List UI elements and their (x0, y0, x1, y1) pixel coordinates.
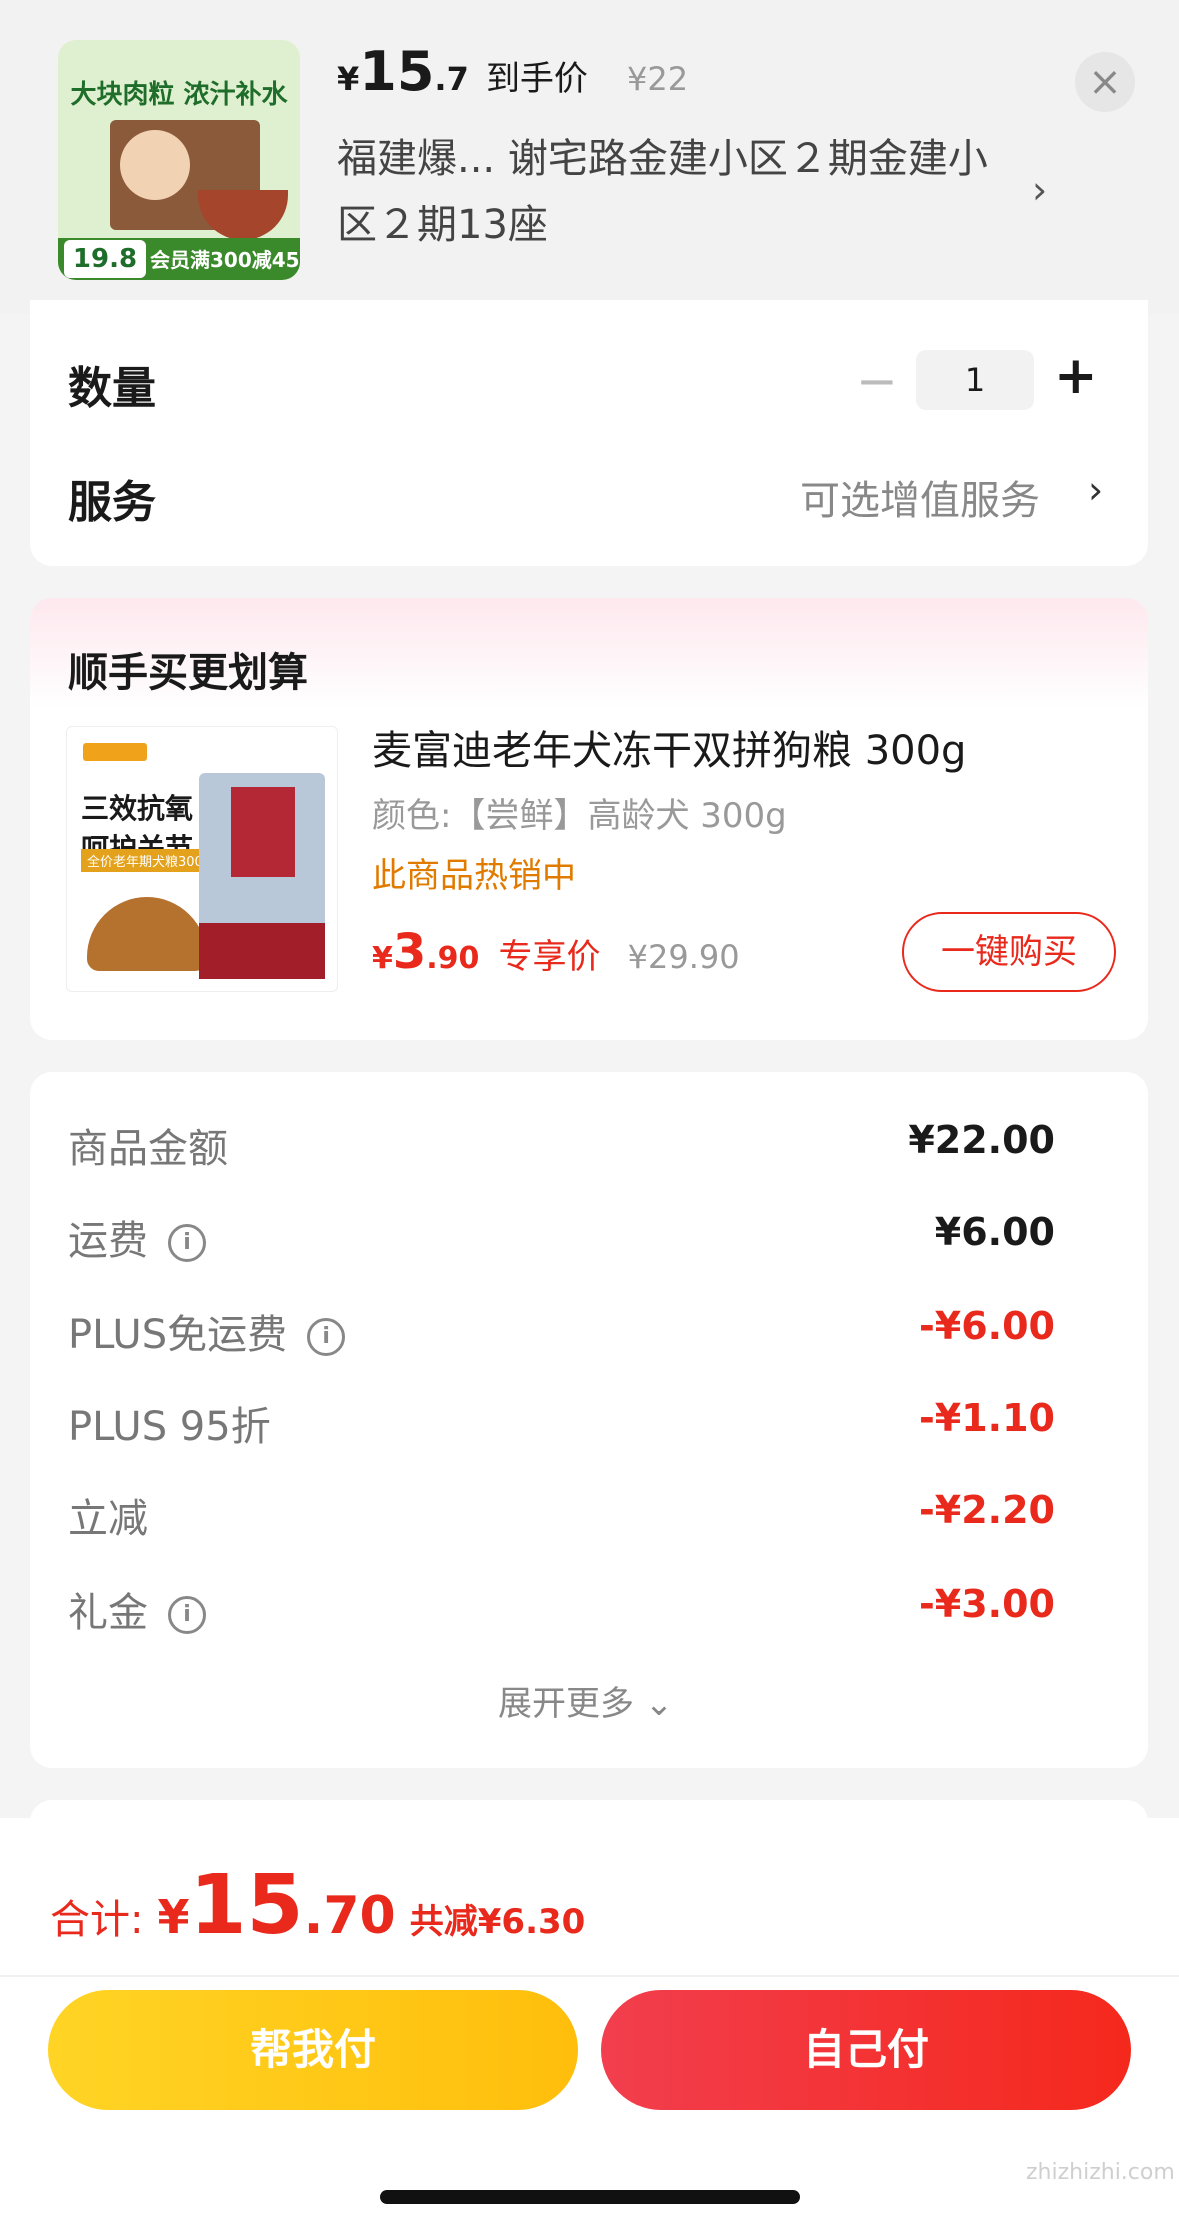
total-integer: 15 (189, 1858, 304, 1953)
food-bowl-image (198, 190, 288, 240)
addon-price-symbol: ¥ (372, 941, 393, 976)
addon-product-spec: 颜色:【尝鲜】高龄犬 300g (372, 796, 787, 836)
divider (0, 1975, 1179, 1977)
quantity-decrease-button[interactable]: − (856, 352, 898, 410)
header-price: ¥15.7 到手价 ¥22 (337, 40, 688, 103)
fee-label: 礼金 i (68, 1580, 206, 1638)
expand-more-button[interactable]: 展开更多 ⌄ (498, 1676, 673, 1725)
final-price-tag: 到手价 (485, 59, 588, 99)
info-icon[interactable]: i (307, 1318, 346, 1356)
close-button[interactable]: × (1075, 52, 1135, 112)
bag-label (231, 787, 295, 877)
watermark: zhizhizhi.com (1026, 2160, 1175, 2185)
one-click-buy-button[interactable]: 一键购买 (902, 912, 1116, 992)
food-bag-image (199, 773, 325, 979)
total-label: 合计: (50, 1897, 144, 1943)
fee-value: -¥1.10 (919, 1396, 1055, 1440)
chevron-right-icon[interactable]: › (1088, 468, 1103, 512)
info-icon[interactable]: i (168, 1596, 206, 1634)
service-option[interactable]: 可选增值服务 (800, 468, 1040, 526)
fee-label: 立减 (68, 1496, 148, 1542)
quantity-input[interactable]: 1 (916, 350, 1034, 410)
thumbnail-promo: 会员满300减45 (150, 248, 300, 272)
fee-value: -¥3.00 (919, 1582, 1055, 1626)
product-dog-image (120, 130, 190, 200)
fee-label: PLUS免运费 i (68, 1302, 346, 1360)
bag-bottom (199, 923, 325, 979)
price-symbol: ¥ (337, 60, 360, 98)
fee-label: PLUS 95折 (68, 1404, 271, 1450)
addon-price-tag: 专享价 (498, 937, 601, 977)
addon-product-image[interactable]: 三效抗氧 呵护关节 全价老年期犬粮300g (66, 726, 338, 992)
total-saved: 共减¥6.30 (409, 1902, 586, 1942)
addon-original-price: ¥29.90 (627, 938, 740, 976)
fee-value: -¥6.00 (919, 1304, 1055, 1348)
help-me-pay-button[interactable]: 帮我付 (48, 1990, 578, 2110)
addon-price-decimal: .90 (426, 941, 480, 976)
fee-value: ¥6.00 (934, 1210, 1055, 1254)
home-indicator[interactable] (380, 2190, 800, 2204)
quantity-service-card (30, 300, 1148, 566)
fee-label: 商品金额 (68, 1126, 228, 1172)
order-total: 合计: ¥15.70 共减¥6.30 (50, 1858, 585, 1953)
quantity-label: 数量 (68, 363, 156, 414)
thumbnail-banner: 大块肉粒 浓汁补水 (70, 80, 288, 110)
total-symbol: ¥ (157, 1890, 190, 1944)
fee-value: ¥22.00 (908, 1118, 1055, 1162)
fee-label: 运费 i (68, 1208, 206, 1266)
addon-product-name[interactable]: 麦富迪老年犬冻干双拼狗粮 300g (372, 718, 966, 776)
pay-myself-button[interactable]: 自己付 (601, 1990, 1131, 2110)
brand-logo (83, 743, 147, 761)
addon-hot-label: 此商品热销中 (372, 856, 576, 896)
service-label: 服务 (68, 477, 156, 528)
thumbnail-price: 19.8 (64, 240, 146, 278)
addon-price-integer: 3 (392, 924, 427, 980)
info-icon[interactable]: i (168, 1224, 206, 1262)
original-price: ¥22 (627, 60, 689, 98)
chevron-right-icon[interactable]: › (1032, 168, 1047, 212)
total-decimal: .70 (303, 1886, 396, 1946)
addon-price: ¥3.90 专享价 ¥29.90 (372, 924, 740, 980)
delivery-address[interactable]: 福建爆... 谢宅路金建小区２期金建小区２期13座 (337, 126, 1017, 258)
addon-section-title: 顺手买更划算 (68, 650, 308, 696)
fee-value: -¥2.20 (919, 1488, 1055, 1532)
thumbnail-price-strip: 19.8 会员满300减45 (58, 238, 300, 280)
price-integer: 15 (359, 40, 435, 103)
addon-image-subtitle: 全价老年期犬粮300g (81, 849, 218, 872)
product-thumbnail: 大块肉粒 浓汁补水 19.8 会员满300减45 (58, 40, 300, 280)
price-decimal: .7 (434, 60, 469, 98)
quantity-increase-button[interactable]: + (1054, 346, 1098, 406)
kibble-image (87, 897, 207, 971)
